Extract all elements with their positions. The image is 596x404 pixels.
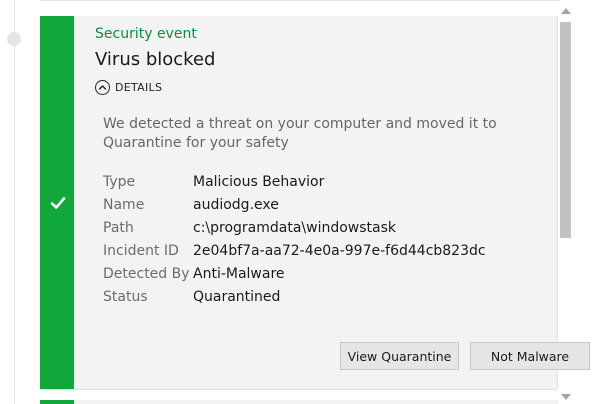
event-details-table: Type Malicious Behavior Name audiodg.exe…	[103, 170, 486, 308]
security-event-card: Security event Virus blocked DETAILS We …	[40, 16, 590, 390]
timeline-line	[14, 0, 15, 404]
event-category: Security event	[95, 26, 197, 42]
detail-row-status: Status Quarantined	[103, 285, 486, 308]
detail-value: c:\programdata\windowstask	[193, 219, 397, 236]
previous-card-edge	[40, 0, 560, 1]
chevron-up-icon	[98, 85, 107, 90]
details-toggle[interactable]: DETAILS	[95, 80, 162, 95]
timeline-dot	[7, 32, 21, 46]
detail-label: Incident ID	[103, 242, 179, 259]
next-event-card[interactable]	[40, 400, 558, 404]
detail-label: Type	[103, 173, 136, 190]
detail-label: Name	[103, 196, 145, 213]
detail-row-type: Type Malicious Behavior	[103, 170, 486, 193]
view-quarantine-button[interactable]: View Quarantine	[340, 342, 459, 370]
scroll-down-arrow-icon[interactable]	[561, 394, 571, 400]
next-event-status-bar	[40, 400, 74, 404]
detail-value: Quarantined	[193, 288, 281, 305]
scroll-up-arrow-icon[interactable]	[561, 8, 571, 14]
detail-value: Anti-Malware	[193, 265, 285, 282]
detail-row-incident-id: Incident ID 2e04bf7a-aa72-4e0a-997e-f6d4…	[103, 239, 486, 262]
event-status-bar	[40, 16, 74, 389]
event-content: Security event Virus blocked DETAILS We …	[95, 16, 590, 389]
details-label: DETAILS	[115, 81, 163, 94]
not-malware-button[interactable]: Not Malware	[470, 342, 590, 370]
event-title: Virus blocked	[95, 49, 216, 70]
detail-row-name: Name audiodg.exe	[103, 193, 486, 216]
event-description: We detected a threat on your computer an…	[103, 116, 497, 151]
detail-label: Detected By	[103, 265, 190, 282]
vertical-scrollbar[interactable]	[560, 8, 572, 400]
detail-value: audiodg.exe	[193, 196, 279, 213]
detail-value: Malicious Behavior	[193, 173, 325, 190]
checkmark-icon	[50, 197, 66, 209]
detail-value: 2e04bf7a-aa72-4e0a-997e-f6d44cb823dc	[193, 242, 486, 259]
detail-label: Status	[103, 288, 148, 305]
detail-label: Path	[103, 219, 134, 236]
detail-row-path: Path c:\programdata\windowstask	[103, 216, 486, 239]
chevron-up-circle-icon[interactable]	[95, 80, 110, 95]
detail-row-detected-by: Detected By Anti-Malware	[103, 262, 486, 285]
security-history-view: Security event Virus blocked DETAILS We …	[0, 0, 596, 404]
scrollbar-thumb[interactable]	[560, 22, 571, 238]
